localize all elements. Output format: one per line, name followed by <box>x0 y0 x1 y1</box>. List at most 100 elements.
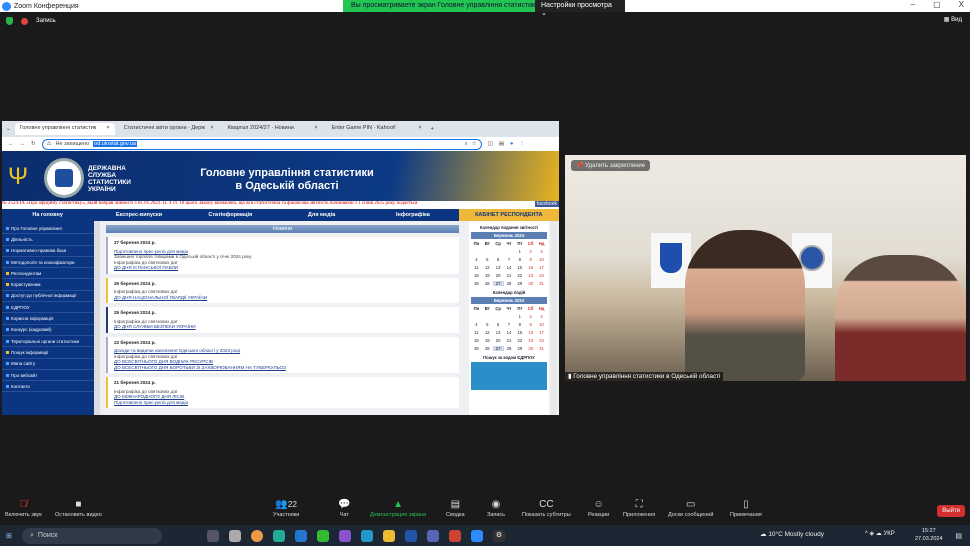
url-text[interactable]: od.ukrstat.gov.ua <box>93 141 137 147</box>
menu-icon[interactable]: ⋮ <box>519 141 525 147</box>
view-settings-button[interactable]: Настройки просмотра ⌄ <box>535 0 625 17</box>
statistics-emblem-logo[interactable] <box>44 158 84 198</box>
calendar-day[interactable]: 11 <box>471 330 482 335</box>
calendar-day[interactable]: 26 <box>482 281 493 286</box>
new-tab-button[interactable]: + <box>431 126 434 132</box>
left-nav-item[interactable]: Користувачам <box>2 279 94 291</box>
taskbar-search[interactable]: ⌕ Поиск <box>22 527 162 544</box>
chat-button[interactable]: 💬 Чат <box>338 499 350 518</box>
view-button[interactable]: ▦ Вид <box>944 16 962 23</box>
news-link[interactable]: ДО ДНЯ ІСПАНСЬКОЇ ПАВЛИ <box>114 265 453 271</box>
maximize-button[interactable]: ▢ <box>933 0 941 12</box>
calendar-day[interactable]: 25 <box>471 346 482 351</box>
calendar-day[interactable]: 13 <box>493 330 504 335</box>
profile-icon[interactable]: ● <box>510 141 513 147</box>
language-indicator[interactable]: УКР <box>883 531 894 537</box>
word-icon[interactable] <box>405 529 417 542</box>
nav-home[interactable]: На головну <box>2 209 93 221</box>
left-nav-item[interactable]: Респондентам <box>2 268 94 280</box>
recording-label[interactable]: Запись <box>36 18 56 24</box>
notifications-icon[interactable]: ▤ <box>955 532 962 540</box>
minimize-button[interactable]: – <box>911 0 915 12</box>
edrpou-search-banner[interactable] <box>471 362 547 390</box>
apps-button[interactable]: ⛶ Приложения <box>623 499 655 518</box>
chrome-icon[interactable] <box>251 529 263 542</box>
calendar-day[interactable]: 9 <box>525 257 536 262</box>
calendar-day[interactable]: 13 <box>493 265 504 270</box>
bookmark-star-icon[interactable]: ☆ <box>472 141 477 147</box>
calendar-day[interactable]: 8 <box>514 257 525 262</box>
left-nav-item[interactable]: Про Головне управління <box>2 223 94 235</box>
calendar-day[interactable]: 18 <box>471 338 482 343</box>
left-nav-item[interactable]: Територіальні органи статистики <box>2 336 94 348</box>
back-icon[interactable]: ← <box>8 141 14 147</box>
app-icon[interactable] <box>295 529 307 542</box>
calendar-day[interactable]: 29 <box>514 346 525 351</box>
participants-button[interactable]: 👥22 Участники <box>273 499 299 518</box>
calendar-day[interactable]: 12 <box>482 265 493 270</box>
summary-button[interactable]: ▤ Сводка <box>446 499 465 518</box>
calendar-day[interactable]: 15 <box>514 330 525 335</box>
calendar-day[interactable]: 2 <box>525 314 536 319</box>
calendar-day[interactable]: 30 <box>525 346 536 351</box>
calendar-day[interactable]: 10 <box>536 322 547 327</box>
pinned-video[interactable]: 📌 Удалить закрепление ▮ Головне управлін… <box>565 155 966 381</box>
close-button[interactable]: X <box>959 0 964 12</box>
browser-tab[interactable]: Статистичні звіти органи · Держ × <box>119 123 219 135</box>
calendar-day[interactable]: 4 <box>471 322 482 327</box>
calendar-day[interactable]: 7 <box>504 322 515 327</box>
calendar-day[interactable]: 7 <box>504 257 515 262</box>
whiteboard-button[interactable]: ▭ Доски сообщений <box>668 499 713 518</box>
forward-icon[interactable]: → <box>20 141 26 147</box>
tab-close-icon[interactable]: × <box>314 125 317 133</box>
tab-close-icon[interactable]: × <box>210 125 213 133</box>
left-nav-item[interactable]: Доступ до публічної інформації <box>2 291 94 303</box>
calendar-day[interactable]: 12 <box>482 330 493 335</box>
calendar-day[interactable]: 15 <box>514 265 525 270</box>
calendar-day[interactable]: 22 <box>514 273 525 278</box>
left-nav-item[interactable]: Контакти <box>2 381 94 393</box>
tab-list-chevron-icon[interactable]: ⌄ <box>6 126 11 132</box>
calendar-day[interactable]: 17 <box>536 330 547 335</box>
news-link[interactable]: ДО ВСЕСВІТНЬОГО ДНЯ БОРОТЬБИ ЗІ ЗАХВОРЮВ… <box>114 365 453 371</box>
left-nav-item[interactable]: Мапа сайту <box>2 359 94 370</box>
news-link[interactable]: ДО ДНЯ НАЦІОНАЛЬНОЇ ГВАРДІЇ УКРАЇНИ <box>114 295 453 301</box>
zoom-icon[interactable] <box>471 529 483 542</box>
zoom-lens-icon[interactable]: ⌕ <box>465 141 468 148</box>
calendar-day[interactable]: 24 <box>536 338 547 343</box>
calendar-day[interactable]: 27 <box>492 281 504 286</box>
calendar-day[interactable]: 28 <box>504 346 515 351</box>
calendar-day[interactable]: 18 <box>471 273 482 278</box>
windows-start-icon[interactable]: ⊞ <box>6 532 12 540</box>
reactions-button[interactable]: ☺ Реакции <box>588 499 609 518</box>
tab-close-icon[interactable]: × <box>106 125 109 133</box>
calendar-day[interactable]: 20 <box>493 338 504 343</box>
powerpoint-icon[interactable] <box>449 529 461 542</box>
calendar-day[interactable]: 14 <box>504 330 515 335</box>
captions-button[interactable]: CC Показать субтитры <box>522 499 571 518</box>
clock[interactable]: 15:27 27.03.2024 <box>915 527 943 543</box>
left-nav-item[interactable]: ЄДРПОУ <box>2 302 94 314</box>
calendar-month[interactable]: Березень 2024 <box>471 232 547 239</box>
calendar-day[interactable]: 21 <box>504 338 515 343</box>
calendar-day[interactable]: 29 <box>514 281 525 286</box>
nav-respondent-cabinet[interactable]: КАБІНЕТ РЕСПОНДЕНТА <box>458 209 559 221</box>
left-nav-item[interactable]: Корисна інформація <box>2 313 94 325</box>
calendar-day[interactable]: 27 <box>492 346 504 351</box>
left-nav-item[interactable]: Діяльність <box>2 234 94 246</box>
nav-infographics[interactable]: Інфографіка <box>367 209 458 221</box>
share-screen-button[interactable]: ▲ Демонстрация экрана <box>370 499 426 518</box>
calendar-day[interactable]: 14 <box>504 265 515 270</box>
address-bar[interactable]: ⚠ Не захищено od.ukrstat.gov.ua ⌕ ☆ <box>41 138 482 150</box>
browser-tab[interactable]: Квартал 2024/27 · Новини × <box>223 123 323 135</box>
calendar-day[interactable]: 1 <box>514 249 525 254</box>
calendar-day[interactable]: 28 <box>504 281 515 286</box>
calendar-day[interactable]: 8 <box>514 322 525 327</box>
calendar-day[interactable]: 16 <box>525 265 536 270</box>
nav-media[interactable]: Для медіа <box>276 209 367 221</box>
calendar-day[interactable]: 5 <box>482 322 493 327</box>
calendar-day[interactable]: 16 <box>525 330 536 335</box>
weather-widget[interactable]: ☁ 10°C Mostly cloudy <box>760 530 824 538</box>
calendar-month[interactable]: Березень 2024 <box>471 297 547 304</box>
task-view-icon[interactable] <box>207 529 219 542</box>
